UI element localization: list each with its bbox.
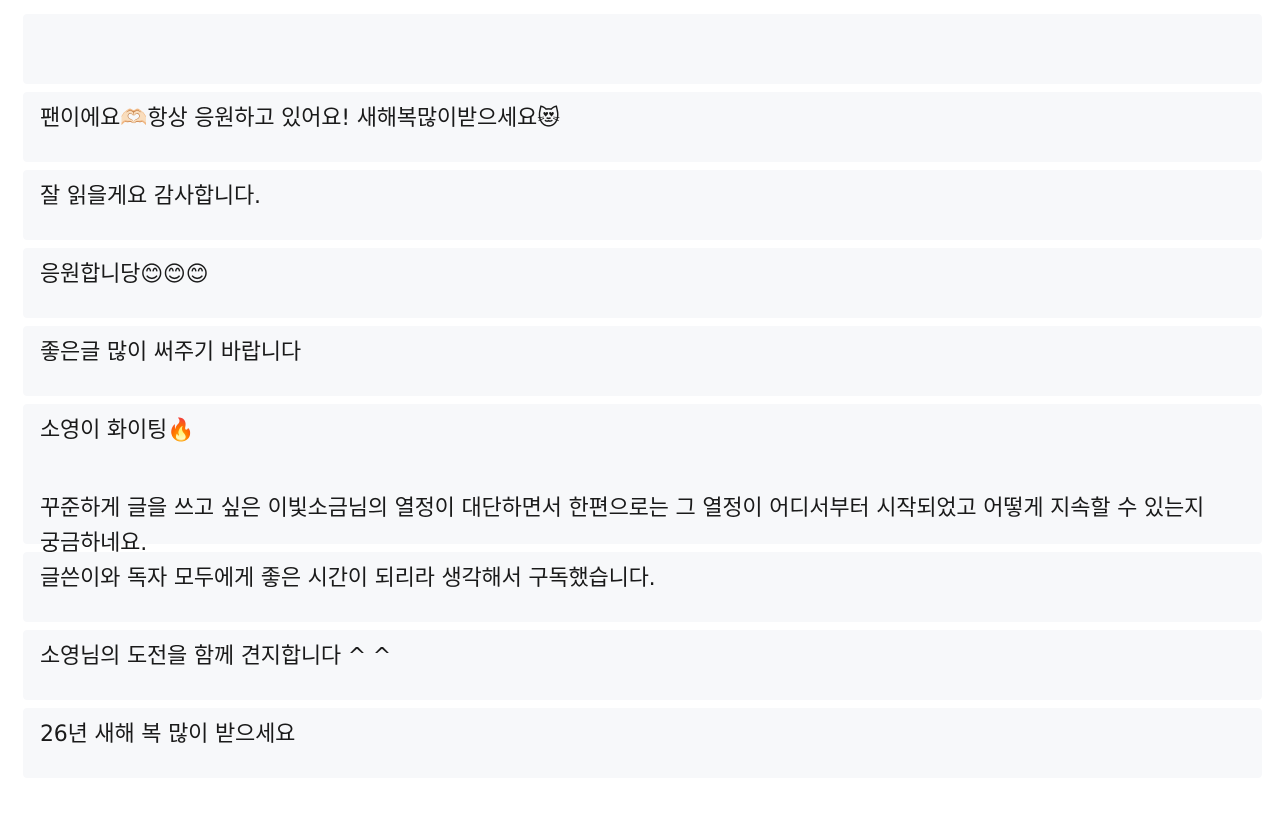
comment-list: 팬이에요🫶🏻항상 응원하고 있어요! 새해복많이받으세요😻 잘 읽을게요 감사합…	[23, 14, 1262, 786]
comment-card: 좋은글 많이 써주기 바랍니다	[23, 248, 1262, 365]
comment-card: 꾸준하게 글을 쓰고 싶은 이빛소금님의 열정이 대단하면서 한편으로는 그 열…	[23, 404, 1262, 591]
comment-card: 팬이에요🫶🏻항상 응원하고 있어요! 새해복많이받으세요😻	[23, 14, 1262, 131]
